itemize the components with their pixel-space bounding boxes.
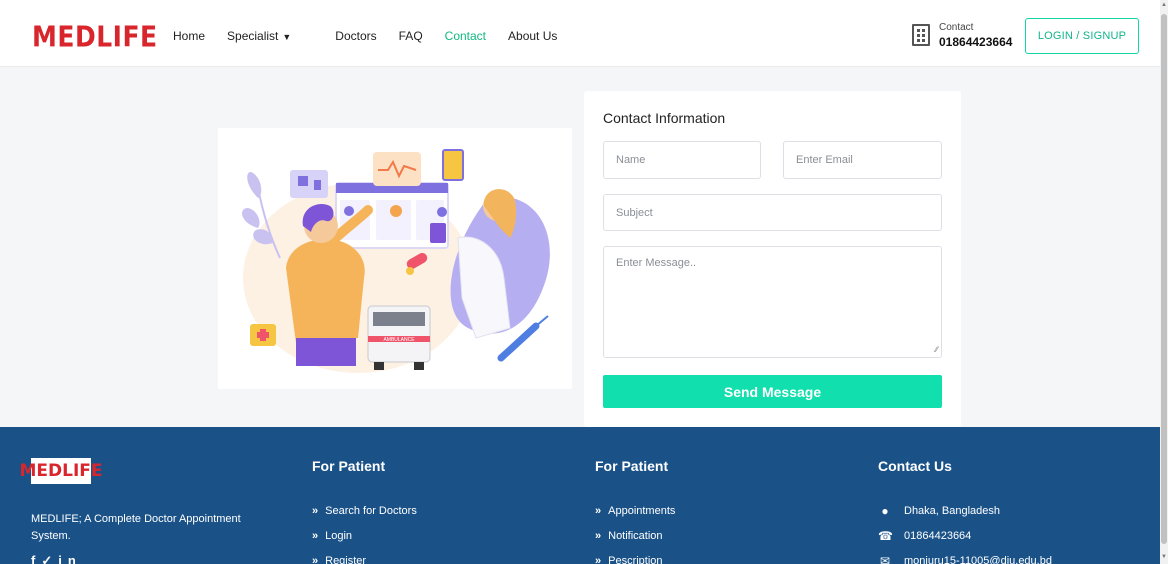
scroll-down-icon[interactable]: ▼ bbox=[1161, 554, 1167, 560]
double-chevron-icon: » bbox=[595, 504, 602, 517]
ambulance-label: AMBULANCE bbox=[383, 337, 415, 343]
message-textarea[interactable]: Enter Message.. ∕∕ bbox=[603, 246, 942, 358]
linkedin-icon[interactable]: in bbox=[58, 553, 82, 564]
footer-description: MEDLIFE; A Complete Doctor Appointment S… bbox=[31, 513, 241, 542]
scroll-up-icon[interactable]: ▲ bbox=[1161, 2, 1167, 8]
facebook-icon[interactable]: f bbox=[31, 553, 41, 564]
double-chevron-icon: » bbox=[595, 529, 602, 542]
footer-link[interactable]: » Pescription bbox=[595, 548, 675, 564]
footer-col-patient-1: For Patient » Search for Doctors » Login »… bbox=[312, 458, 417, 564]
footer-link[interactable]: » Search for Doctors bbox=[312, 498, 417, 523]
nav-home[interactable]: Home bbox=[173, 29, 205, 43]
building-icon bbox=[912, 24, 930, 46]
site-logo[interactable]: MEDLIFE bbox=[32, 20, 158, 53]
phone-icon: ☎ bbox=[878, 528, 893, 543]
subject-input[interactable]: Subject bbox=[603, 194, 942, 231]
footer-link[interactable]: » Register bbox=[312, 548, 417, 564]
footer-col-patient-2: For Patient » Appointments » Notification … bbox=[595, 458, 675, 564]
resize-handle-icon[interactable]: ∕∕ bbox=[935, 345, 938, 354]
twitter-icon[interactable]: ✓ bbox=[41, 553, 58, 564]
social-links: f✓in bbox=[31, 553, 82, 564]
main-nav: Home Specialist ▼ Doctors FAQ Contact Abo… bbox=[173, 29, 579, 43]
location-icon: ● bbox=[881, 503, 889, 518]
mail-icon: ✉ bbox=[879, 553, 891, 564]
footer-contact-item[interactable]: ✉ monjuru15-11005@diu.edu.bd bbox=[878, 548, 1052, 564]
double-chevron-icon: » bbox=[312, 554, 319, 564]
footer-link[interactable]: » Notification bbox=[595, 523, 675, 548]
nav-contact[interactable]: Contact bbox=[445, 29, 486, 43]
footer-logo[interactable]: MEDLIFE bbox=[19, 458, 103, 484]
nav-doctors[interactable]: Doctors bbox=[335, 29, 376, 43]
name-input[interactable]: Name bbox=[603, 141, 761, 179]
footer-col-title: For Patient bbox=[312, 458, 386, 474]
message-placeholder: Enter Message.. bbox=[616, 257, 697, 269]
nav-about-us[interactable]: About Us bbox=[508, 29, 557, 43]
double-chevron-icon: » bbox=[312, 504, 319, 517]
footer-col-title: For Patient bbox=[595, 458, 669, 474]
chevron-down-icon: ▼ bbox=[282, 32, 292, 42]
site-footer: MEDLIFE MEDLIFE; A Complete Doctor Appoi… bbox=[0, 427, 1160, 564]
footer-contact-item[interactable]: ☎ 01864423664 bbox=[878, 523, 1052, 548]
footer-col-contact: Contact Us ● Dhaka, Bangladesh ☎ 018644236… bbox=[878, 458, 1052, 564]
footer-col-title: Contact Us bbox=[878, 458, 952, 474]
site-header: MEDLIFE Home Specialist ▼ Doctors FAQ Con… bbox=[0, 0, 1160, 67]
footer-link[interactable]: » Login bbox=[312, 523, 417, 548]
contact-form-title: Contact Information bbox=[603, 110, 726, 126]
page-scrollbar[interactable]: ▲ ▼ bbox=[1160, 0, 1168, 564]
email-input[interactable]: Enter Email bbox=[783, 141, 942, 179]
double-chevron-icon: » bbox=[312, 529, 319, 542]
header-contact: Contact 01864423664 bbox=[912, 22, 1012, 49]
double-chevron-icon: » bbox=[595, 554, 602, 564]
footer-link[interactable]: » Appointments bbox=[595, 498, 675, 523]
nav-faq[interactable]: FAQ bbox=[399, 29, 423, 43]
scroll-thumb[interactable] bbox=[1161, 14, 1167, 544]
footer-contact-item: ● Dhaka, Bangladesh bbox=[878, 498, 1052, 523]
contact-form-card: Contact Information Name Enter Email Sub… bbox=[584, 91, 961, 427]
nav-specialist[interactable]: Specialist ▼ bbox=[227, 29, 313, 43]
contact-number: 01864423664 bbox=[939, 35, 1013, 49]
contact-illustration: AMBULANCE bbox=[218, 128, 572, 389]
contact-label: Contact bbox=[939, 22, 974, 33]
send-message-button[interactable]: Send Message bbox=[603, 375, 942, 408]
login-signup-button[interactable]: LOGIN / SIGNUP bbox=[1025, 18, 1139, 54]
